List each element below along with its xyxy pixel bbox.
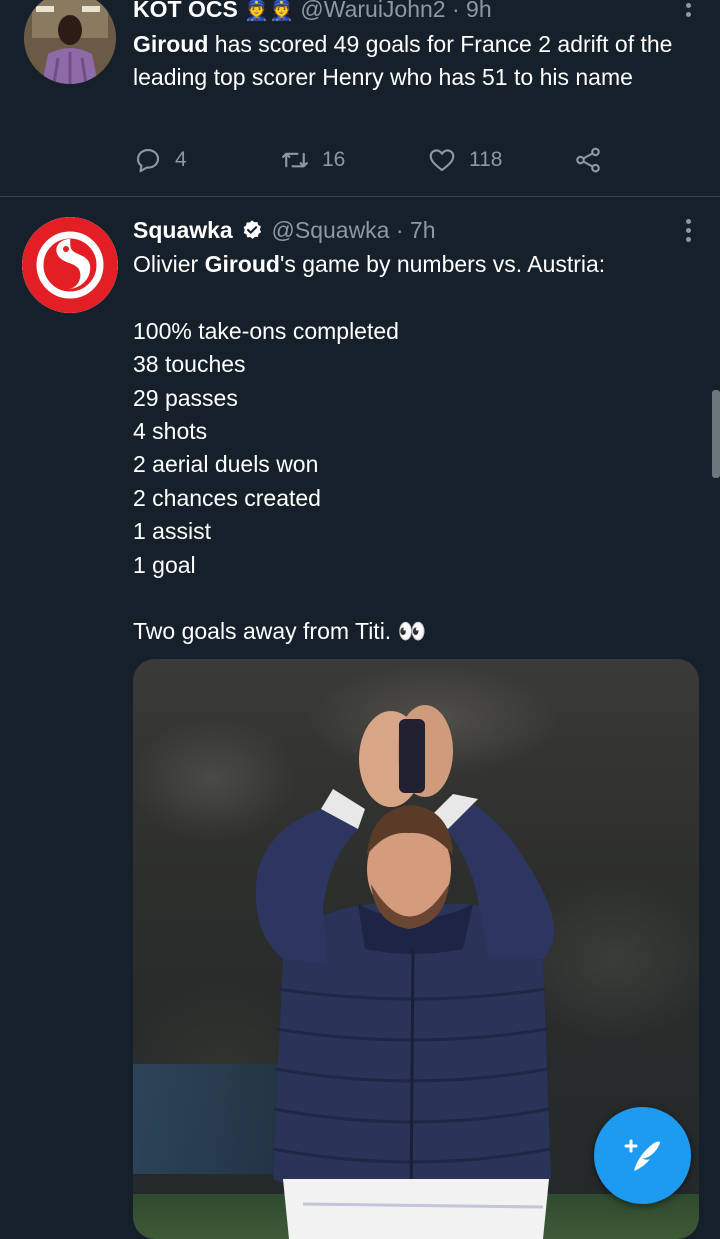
stat-line: 2 chances created: [133, 484, 321, 511]
avatar[interactable]: [24, 0, 116, 84]
intro-bold: Giroud: [204, 251, 280, 277]
retweet-count: 16: [322, 148, 346, 171]
tweet-closing: Two goals away from Titi. 👀: [133, 618, 427, 645]
avatar-image: [24, 0, 116, 84]
tweet-text-bold: Giroud: [133, 31, 209, 57]
share-icon: [576, 147, 600, 173]
stat-line: 2 aerial duels won: [133, 451, 319, 478]
stat-line: 100% take-ons completed: [133, 317, 399, 344]
author-handle[interactable]: @WaruiJohn2: [300, 0, 445, 22]
stat-line: 1 assist: [133, 518, 211, 545]
like-button[interactable]: 118: [427, 142, 502, 178]
verified-badge-icon: [243, 220, 262, 239]
squawka-logo-icon: [22, 217, 118, 313]
intro-pre: Olivier: [133, 251, 205, 277]
author-name-emoji: 👮👮: [244, 0, 294, 22]
retweet-icon: [282, 152, 308, 168]
author-name[interactable]: Squawka: [133, 217, 233, 243]
tweet-time[interactable]: · 9h: [452, 0, 492, 22]
author-name[interactable]: KOT OCS: [133, 0, 238, 22]
like-count: 118: [469, 148, 503, 171]
tweet-text: Olivier Giroud's game by numbers vs. Aus…: [133, 248, 680, 649]
author-handle[interactable]: @Squawka: [272, 217, 390, 243]
tweet-time[interactable]: · 7h: [396, 217, 436, 243]
stat-line: 1 goal: [133, 551, 196, 578]
tweet-kot-ocs[interactable]: KOT OCS 👮👮 @WaruiJohn2 · 9h Giroud has s…: [0, 0, 720, 197]
retweet-button[interactable]: 16: [280, 142, 345, 178]
tweet-text: Giroud has scored 49 goals for France 2 …: [133, 28, 680, 95]
compose-tweet-icon: [624, 1139, 660, 1171]
tweet-actions: 4 16 118: [133, 142, 613, 178]
reply-button[interactable]: 4: [133, 142, 187, 178]
avatar[interactable]: [22, 217, 118, 313]
compose-tweet-button[interactable]: [594, 1107, 691, 1204]
heart-icon: [429, 149, 455, 172]
tweet-intro: Olivier Giroud's game by numbers vs. Aus…: [133, 248, 680, 281]
tweet-header: Squawka @Squawka · 7h: [133, 217, 436, 244]
tweet-squawka[interactable]: Squawka @Squawka · 7h Olivier Giroud's g…: [0, 197, 720, 1239]
reply-icon: [136, 148, 160, 173]
tweet-text-rest: has scored 49 goals for France 2 adrift …: [133, 31, 673, 91]
stat-line: 4 shots: [133, 418, 208, 445]
intro-post: 's game by numbers vs. Austria:: [279, 251, 606, 277]
reply-count: 4: [175, 148, 187, 171]
share-button[interactable]: [573, 142, 615, 178]
stat-line: 29 passes: [133, 384, 238, 411]
more-icon[interactable]: [686, 0, 692, 21]
scrollbar[interactable]: [712, 390, 720, 478]
more-icon[interactable]: [686, 219, 692, 246]
stat-line: 38 touches: [133, 351, 246, 378]
tweet-header: KOT OCS 👮👮 @WaruiJohn2 · 9h: [133, 0, 492, 23]
